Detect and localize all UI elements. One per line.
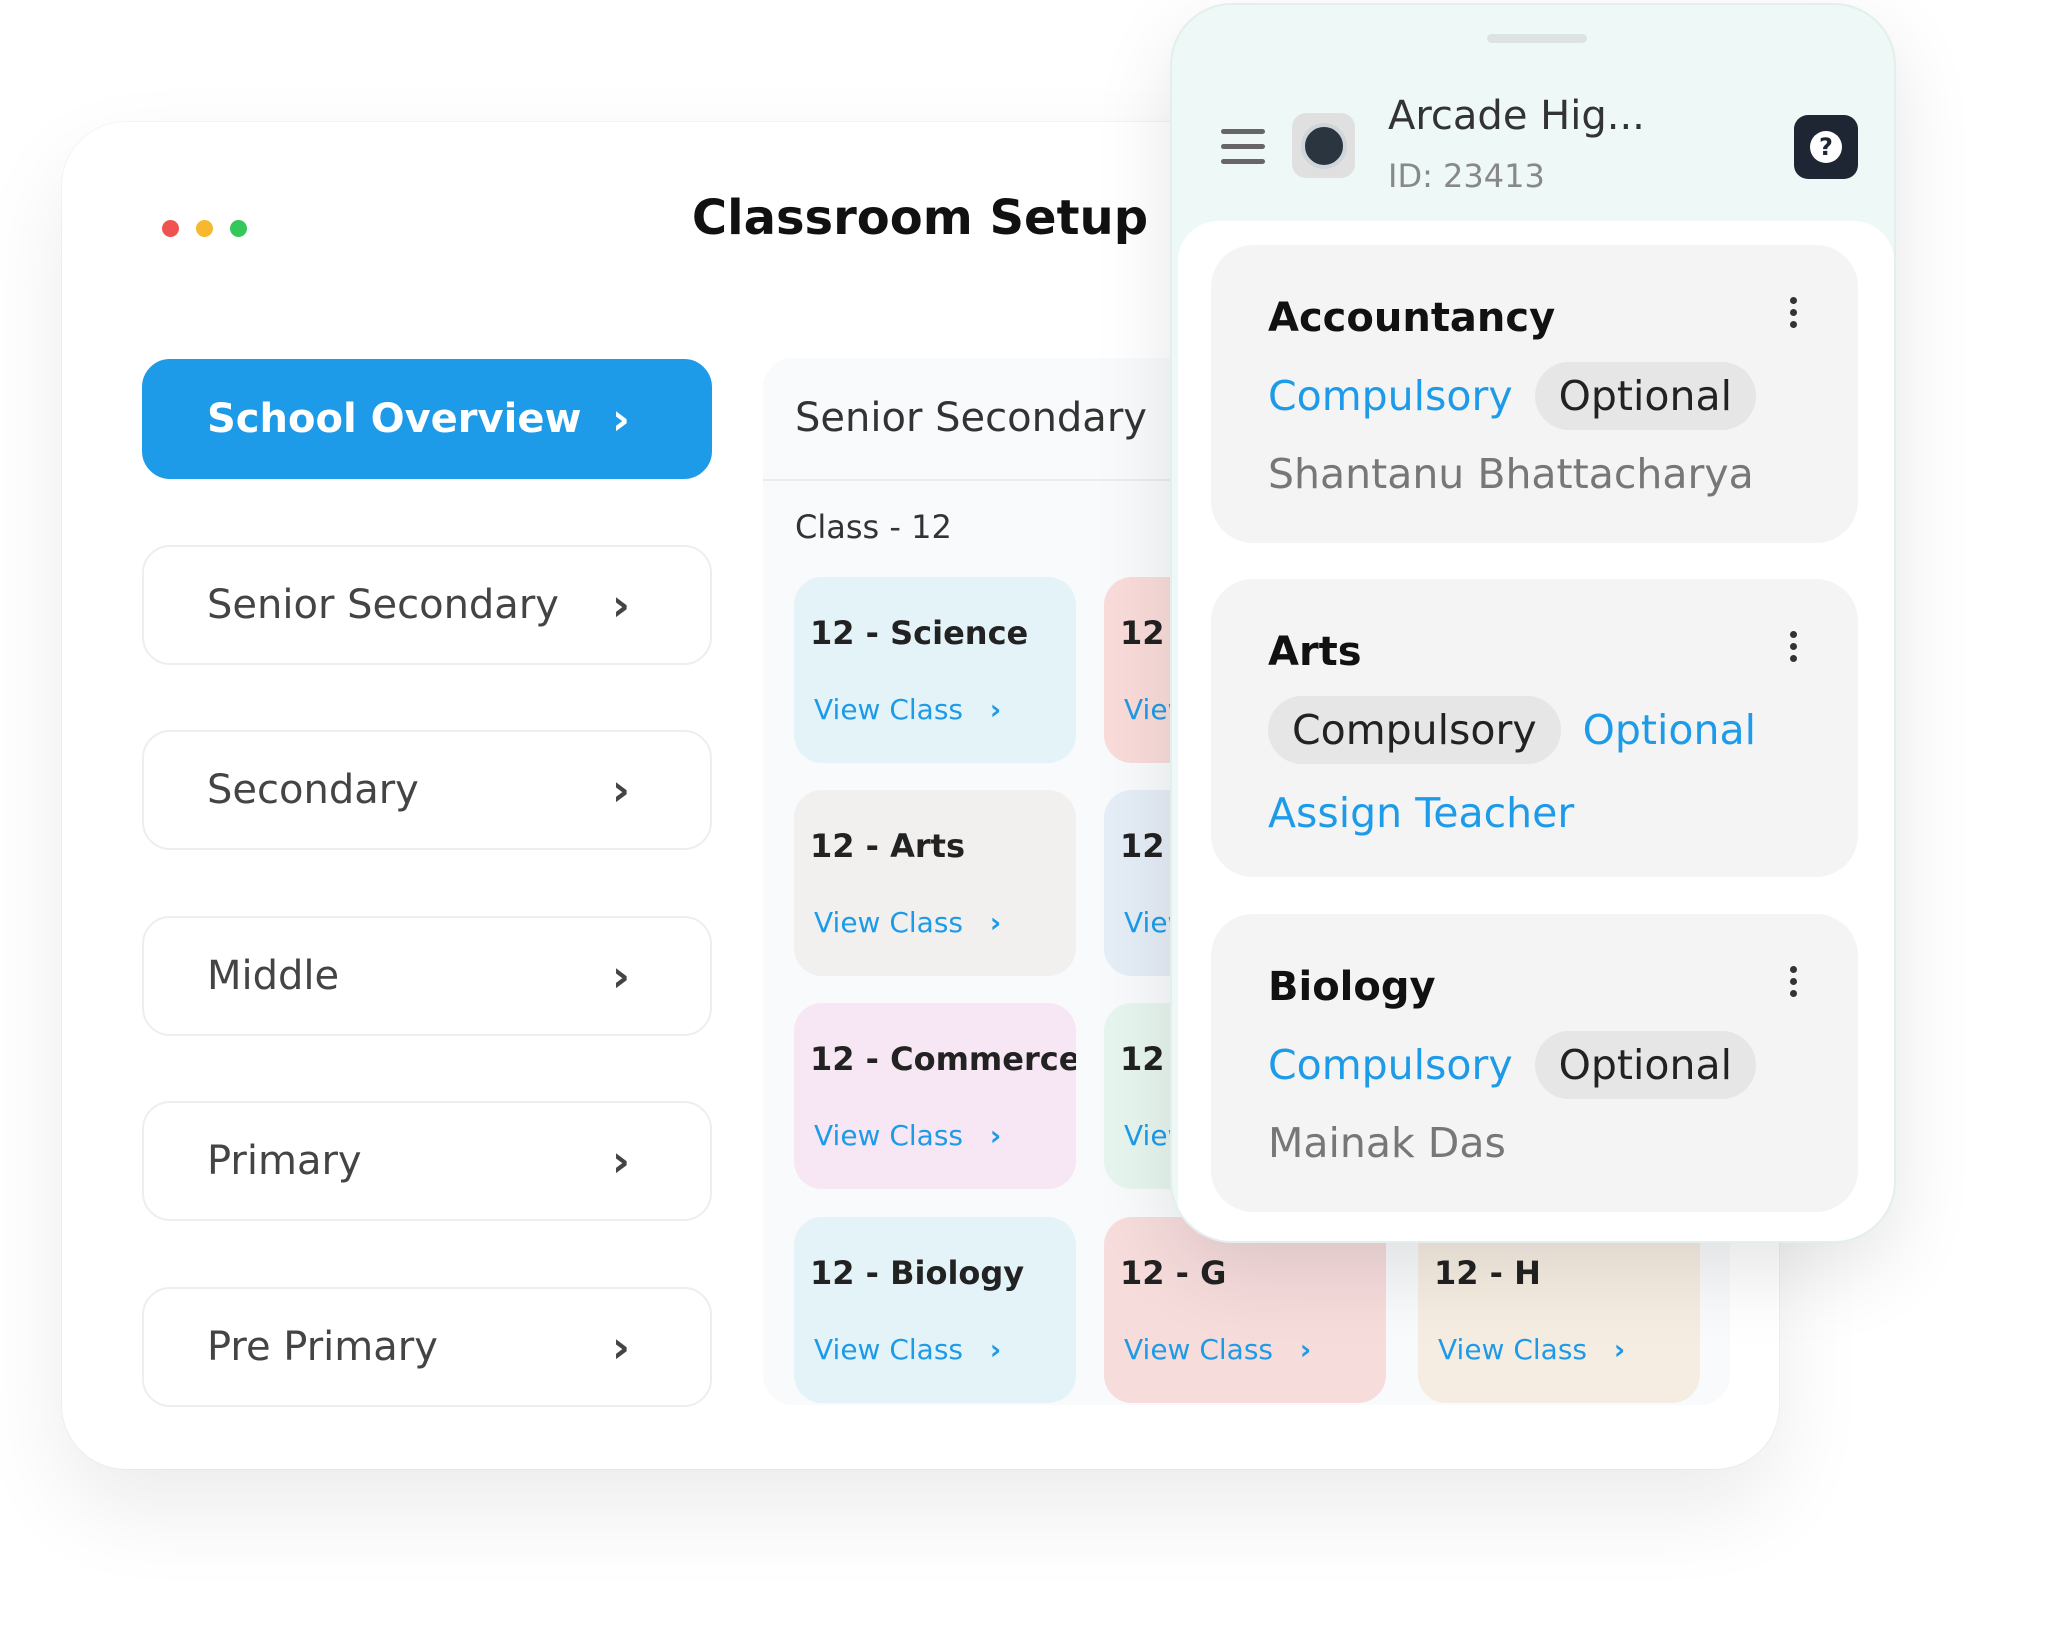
compulsory-option[interactable]: Compulsory <box>1268 1041 1513 1089</box>
class-card[interactable]: 12 - H View Class › <box>1418 1217 1700 1403</box>
class-card[interactable]: 12 - Biology View Class › <box>794 1217 1076 1403</box>
chevron-right-icon: › <box>989 1119 1002 1152</box>
class-card[interactable]: 12 - Science View Class › <box>794 577 1076 763</box>
help-icon: ? <box>1810 131 1842 163</box>
chevron-right-icon: › <box>989 693 1002 726</box>
compulsory-option[interactable]: Compulsory <box>1268 372 1513 420</box>
view-class-link[interactable]: View Class › <box>814 1119 1001 1152</box>
sidebar-item-primary[interactable]: Primary › <box>142 1101 712 1221</box>
subject-name: Biology <box>1268 964 1436 1010</box>
subject-card: Arts Compulsory Optional Assign Teacher <box>1211 579 1858 877</box>
subject-name: Arts <box>1268 629 1362 675</box>
compulsory-option[interactable]: Compulsory <box>1268 696 1561 764</box>
sidebar-item-label: Secondary <box>207 767 419 813</box>
class-label: Class - 12 <box>795 508 952 546</box>
section-title: Senior Secondary <box>795 395 1147 441</box>
view-class-link[interactable]: View Class › <box>814 1333 1001 1366</box>
chevron-right-icon: › <box>1613 1333 1626 1366</box>
chevron-right-icon: › <box>989 906 1002 939</box>
sidebar-item-pre-primary[interactable]: Pre Primary › <box>142 1287 712 1407</box>
optional-option[interactable]: Optional <box>1534 362 1756 430</box>
chevron-right-icon: › <box>611 579 630 631</box>
help-button[interactable]: ? <box>1794 115 1858 179</box>
class-card-title: 12 - Science <box>810 614 1029 652</box>
more-options-icon[interactable] <box>1790 631 1798 667</box>
sidebar-item-secondary[interactable]: Secondary › <box>142 730 712 850</box>
chevron-right-icon: › <box>611 764 630 816</box>
chevron-right-icon: › <box>989 1333 1002 1366</box>
window-close-dot[interactable] <box>162 220 179 237</box>
chevron-right-icon: › <box>611 1321 630 1373</box>
view-class-link[interactable]: View Class › <box>814 693 1001 726</box>
teacher-name: Mainak Das <box>1268 1119 1506 1167</box>
more-options-icon[interactable] <box>1790 966 1798 1002</box>
sidebar-item-middle[interactable]: Middle › <box>142 916 712 1036</box>
chevron-right-icon: › <box>611 950 630 1002</box>
sidebar-item-label: Pre Primary <box>207 1324 438 1370</box>
class-card-title: 12 - G <box>1120 1254 1227 1292</box>
divider <box>763 479 1183 481</box>
chevron-right-icon: › <box>611 1135 630 1187</box>
view-class-link[interactable]: View Class › <box>1438 1333 1625 1366</box>
class-card-title: 12 - Biology <box>810 1254 1025 1292</box>
school-name: Arcade Hig... <box>1388 93 1645 139</box>
class-card-title: 12 - H <box>1434 1254 1541 1292</box>
subject-card: Biology Compulsory Optional Mainak Das <box>1211 914 1858 1212</box>
teacher-name: Shantanu Bhattacharya <box>1268 450 1754 498</box>
view-class-link[interactable]: View Class › <box>814 906 1001 939</box>
sidebar-item-label: Middle <box>207 953 340 999</box>
sidebar-item-senior-secondary[interactable]: Senior Secondary › <box>142 545 712 665</box>
class-card[interactable]: 12 - Commerce View Class › <box>794 1003 1076 1189</box>
assign-teacher-link[interactable]: Assign Teacher <box>1268 789 1574 837</box>
page-title: Classroom Setup <box>691 190 1149 246</box>
class-card-title: 12 - Arts <box>810 827 965 865</box>
subject-card: Accountancy Compulsory Optional Shantanu … <box>1211 245 1858 543</box>
menu-icon[interactable] <box>1221 129 1265 174</box>
sidebar-item-school-overview[interactable]: School Overview › <box>142 359 712 479</box>
class-card[interactable]: 12 - G View Class › <box>1104 1217 1386 1403</box>
more-options-icon[interactable] <box>1790 297 1798 333</box>
view-class-link[interactable]: View Class › <box>1124 1333 1311 1366</box>
drag-handle[interactable] <box>1487 34 1587 43</box>
subject-panel: Arcade Hig... ID: 23413 ? Accountancy Co… <box>1170 3 1896 1243</box>
optional-option[interactable]: Optional <box>1534 1031 1756 1099</box>
sidebar-item-label: Primary <box>207 1138 362 1184</box>
class-card[interactable]: 12 - Arts View Class › <box>794 790 1076 976</box>
chevron-right-icon: › <box>1299 1333 1312 1366</box>
chevron-right-icon: › <box>611 393 630 445</box>
class-card-title: 12 - Commerce <box>810 1040 1076 1078</box>
school-logo <box>1292 113 1355 178</box>
sidebar-item-label: School Overview <box>207 396 582 442</box>
subject-name: Accountancy <box>1268 295 1556 341</box>
optional-option[interactable]: Optional <box>1583 706 1756 754</box>
school-id: ID: 23413 <box>1388 157 1545 195</box>
window-minimize-dot[interactable] <box>196 220 213 237</box>
sidebar-item-label: Senior Secondary <box>207 582 559 628</box>
window-maximize-dot[interactable] <box>230 220 247 237</box>
